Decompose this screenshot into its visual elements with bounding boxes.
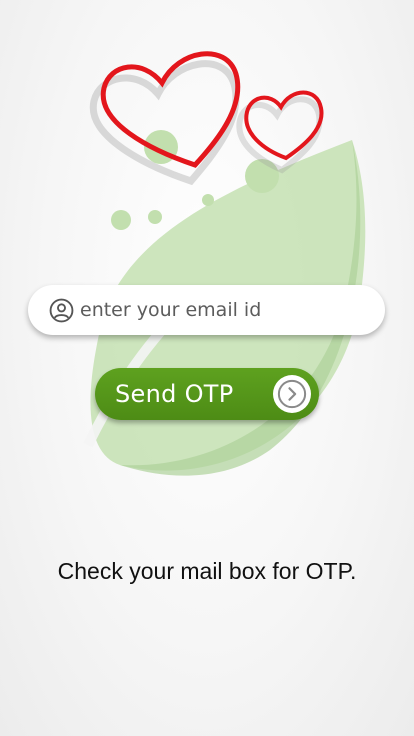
- user-circle-icon: [48, 297, 74, 323]
- bubble: [202, 194, 214, 206]
- email-field[interactable]: [28, 285, 385, 335]
- email-input[interactable]: [80, 299, 350, 321]
- otp-screen: Send OTP Check your mail box for OTP.: [0, 0, 414, 736]
- bubble: [111, 210, 131, 230]
- send-otp-label: Send OTP: [115, 380, 234, 408]
- heart-icon: [100, 51, 241, 168]
- bubble: [245, 159, 279, 193]
- bubble: [144, 130, 178, 164]
- bubble: [148, 210, 162, 224]
- otp-hint-text: Check your mail box for OTP.: [57, 558, 357, 584]
- heart-shadow: [236, 96, 323, 174]
- heart-shadow: [89, 60, 240, 186]
- heart-icon: [244, 90, 324, 161]
- send-otp-button[interactable]: Send OTP: [95, 368, 319, 420]
- chevron-right-circle-icon: [273, 375, 311, 413]
